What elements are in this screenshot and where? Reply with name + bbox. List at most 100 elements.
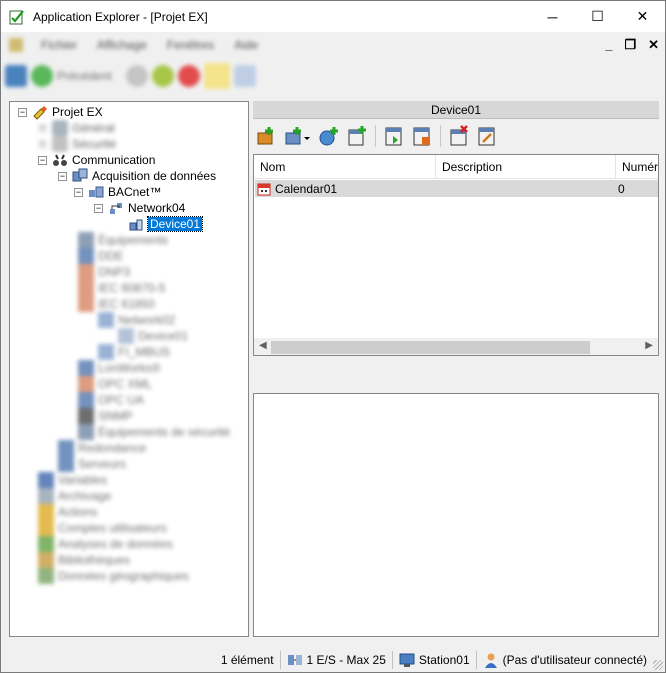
title-bar[interactable]: Application Explorer - [Projet EX] ─ ☐ ✕ — [1, 1, 665, 32]
tree-node-bacnet[interactable]: − BACnet™ — [74, 184, 161, 200]
close-button[interactable]: ✕ — [620, 1, 665, 32]
column-header-description[interactable]: Description — [436, 155, 616, 179]
status-user: (Pas d'utilisateur connecté) — [502, 652, 647, 667]
tree-node-geo-data[interactable]: Données géographiques — [38, 568, 189, 584]
object-list[interactable]: Nom Description Numéro Calendar01 0 ◀ ▶ — [253, 154, 659, 356]
column-header-name[interactable]: Nom — [254, 155, 436, 179]
tree-node-device01[interactable]: Device01 — [128, 216, 204, 232]
collapse-toggle[interactable]: − — [18, 107, 27, 117]
tree-label-network04: Network04 — [128, 201, 186, 215]
tree-node-iec61850[interactable]: IEC 61850 — [78, 296, 155, 312]
status-separator — [279, 650, 281, 669]
mdi-close-button[interactable]: ✕ — [648, 37, 659, 53]
collapse-toggle[interactable]: − — [94, 203, 103, 213]
add-device-button[interactable] — [317, 124, 341, 148]
tree-node-libraries[interactable]: Bibliothèques — [38, 552, 130, 568]
project-icon — [32, 104, 48, 120]
cancel-icon[interactable] — [177, 65, 200, 87]
save-icon[interactable] — [5, 65, 27, 87]
import-button[interactable] — [382, 124, 406, 148]
io-icon — [287, 652, 303, 668]
import-icon — [385, 127, 402, 146]
menu-help[interactable]: Aide — [228, 38, 264, 52]
tree-node-dnp3[interactable]: DNP3 — [78, 264, 130, 280]
tree-node-actions[interactable]: Actions — [38, 504, 97, 520]
tree-node-redundancy[interactable]: Redondance — [58, 440, 146, 456]
detail-panel — [253, 393, 659, 637]
mdi-minimize-button[interactable]: _ — [605, 37, 612, 53]
tree-node-user-accounts[interactable]: Comptes utilisateurs — [38, 520, 167, 536]
tree-node-opcua[interactable]: OPC UA — [78, 392, 144, 408]
tree-node-equipment[interactable]: Équipements — [78, 232, 168, 248]
status-separator — [391, 650, 393, 669]
project-tree[interactable]: − Projet EX + Général + Sécurité − Commu… — [9, 101, 249, 637]
add-item-button[interactable] — [345, 124, 369, 148]
back-icon[interactable] — [31, 65, 53, 87]
tree-node-iec60870[interactable]: IEC 60870-5 — [78, 280, 165, 296]
tree-node-network04[interactable]: − Network04 — [94, 200, 185, 216]
delete-button[interactable] — [447, 124, 471, 148]
refresh-icon[interactable] — [151, 65, 174, 87]
add-device-icon — [319, 127, 338, 146]
device-icon — [128, 216, 144, 232]
horizontal-scrollbar[interactable]: ◀ ▶ — [254, 338, 658, 355]
device-panel-header: Device01 — [253, 101, 659, 119]
calendar-icon — [257, 182, 271, 196]
add-item-icon — [348, 126, 366, 146]
status-io-count: 1 E/S - Max 25 — [306, 652, 386, 667]
tree-node-dde[interactable]: DDE — [78, 248, 123, 264]
tree-label-root: Projet EX — [52, 105, 103, 119]
tree-node-general[interactable]: + Général — [38, 120, 115, 136]
collapse-toggle[interactable]: − — [58, 171, 67, 181]
export-button[interactable] — [410, 124, 434, 148]
panel-splitter[interactable] — [253, 359, 659, 391]
stop-icon[interactable] — [125, 65, 148, 87]
window-icon[interactable] — [233, 65, 256, 87]
tree-node-services[interactable]: Serveurs — [58, 456, 126, 472]
maximize-button[interactable]: ☐ — [575, 1, 620, 32]
device-toolbar — [253, 120, 659, 152]
tree-node-variables[interactable]: Variables — [38, 472, 107, 488]
resize-grip[interactable] — [653, 660, 663, 670]
tree-node-device01-b[interactable]: Device01 — [118, 328, 188, 344]
menu-file[interactable]: Fichier — [35, 38, 83, 52]
tree-node-lonworks[interactable]: LonWorks® — [78, 360, 161, 376]
tree-node-security-equip[interactable]: Équipements de sécurité — [78, 424, 230, 440]
add-folder-button[interactable] — [255, 124, 279, 148]
tree-node-archiving[interactable]: Archivage — [38, 488, 111, 504]
tree-node-snmp[interactable]: SNMP — [78, 408, 133, 424]
app-icon — [9, 9, 25, 25]
add-object-icon — [285, 127, 310, 145]
menu-windows[interactable]: Fenêtres — [161, 38, 220, 52]
tree-node-security[interactable]: + Sécurité — [38, 136, 116, 152]
menu-view[interactable]: Affichage — [91, 38, 153, 52]
note-icon[interactable] — [203, 63, 230, 89]
collapse-toggle[interactable]: − — [74, 187, 83, 197]
scroll-thumb[interactable] — [271, 341, 590, 354]
bacnet-icon — [88, 184, 104, 200]
add-folder-icon — [257, 127, 273, 145]
tree-node-fi-mbus[interactable]: FI_MBUS — [98, 344, 170, 360]
scroll-left-arrow-icon[interactable]: ◀ — [259, 340, 267, 351]
collapse-toggle[interactable]: − — [38, 155, 47, 165]
scroll-right-arrow-icon[interactable]: ▶ — [645, 340, 653, 351]
column-header-number[interactable]: Numéro — [616, 155, 658, 179]
mdi-restore-button[interactable]: ❐ — [624, 37, 636, 53]
properties-button[interactable] — [475, 124, 499, 148]
tree-node-acquisition[interactable]: − Acquisition de données — [58, 168, 216, 184]
tree-node-root[interactable]: − Projet EX — [18, 104, 103, 120]
list-item[interactable]: Calendar01 0 — [255, 180, 658, 197]
main-toolbar: Précédent — [1, 59, 665, 93]
tree-node-opcxml[interactable]: OPC XML — [78, 376, 152, 392]
minimize-button[interactable]: ─ — [530, 1, 575, 32]
toolbar-separator — [440, 125, 441, 147]
tree-node-network02[interactable]: Network02 — [98, 312, 175, 328]
menu-bar: Fichier Affichage Fenêtres Aide — [1, 34, 665, 56]
tree-node-communication[interactable]: − Communication — [38, 152, 155, 168]
user-icon — [483, 652, 499, 668]
tree-node-data-analysis[interactable]: Analyses de données — [38, 536, 173, 552]
add-object-dropdown-button[interactable] — [283, 124, 313, 148]
tree-label-device01: Device01 — [146, 216, 204, 232]
back-label[interactable]: Précédent — [57, 69, 112, 83]
list-header: Nom Description Numéro — [254, 155, 658, 179]
